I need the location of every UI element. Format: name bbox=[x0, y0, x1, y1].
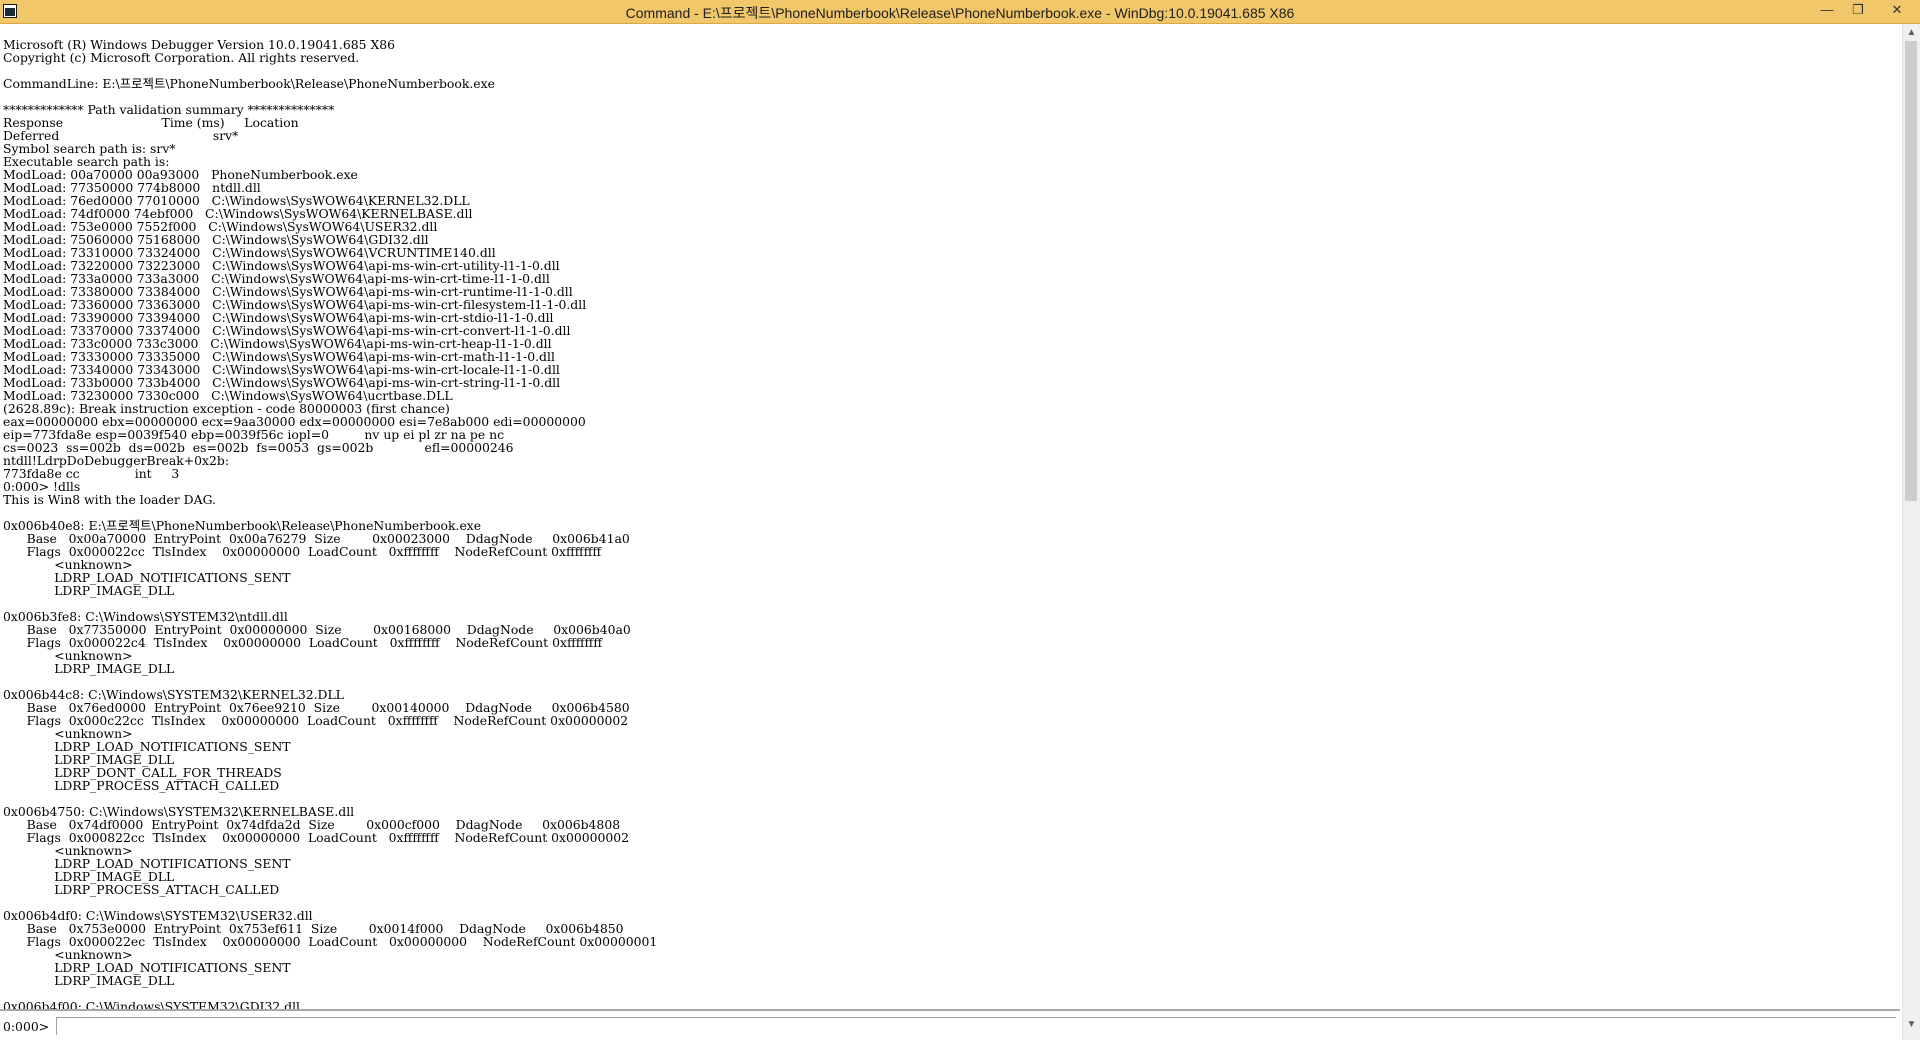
command-bar: 0:000> bbox=[0, 1011, 1902, 1040]
vertical-scrollbar[interactable]: ▲ ▼ bbox=[1902, 24, 1920, 1040]
scroll-down-arrow-icon[interactable]: ▼ bbox=[1903, 1016, 1920, 1033]
command-window: Microsoft (R) Windows Debugger Version 1… bbox=[0, 24, 1920, 1040]
restore-button[interactable]: ❐ bbox=[1843, 0, 1873, 22]
debugger-output-text: Microsoft (R) Windows Debugger Version 1… bbox=[3, 38, 658, 1014]
title-bar[interactable]: Command - E:\프로젝트\PhoneNumberbook\Releas… bbox=[0, 0, 1920, 24]
minimize-button[interactable]: — bbox=[1812, 0, 1842, 22]
command-prompt-label: 0:000> bbox=[3, 1019, 50, 1034]
close-button[interactable]: ✕ bbox=[1875, 0, 1919, 22]
command-input[interactable] bbox=[56, 1017, 1896, 1035]
scrollbar-thumb[interactable] bbox=[1905, 41, 1917, 501]
debugger-output-pane[interactable]: Microsoft (R) Windows Debugger Version 1… bbox=[3, 38, 1896, 1037]
window-title: Command - E:\프로젝트\PhoneNumberbook\Releas… bbox=[625, 5, 1295, 21]
scroll-up-arrow-icon[interactable]: ▲ bbox=[1903, 24, 1920, 41]
